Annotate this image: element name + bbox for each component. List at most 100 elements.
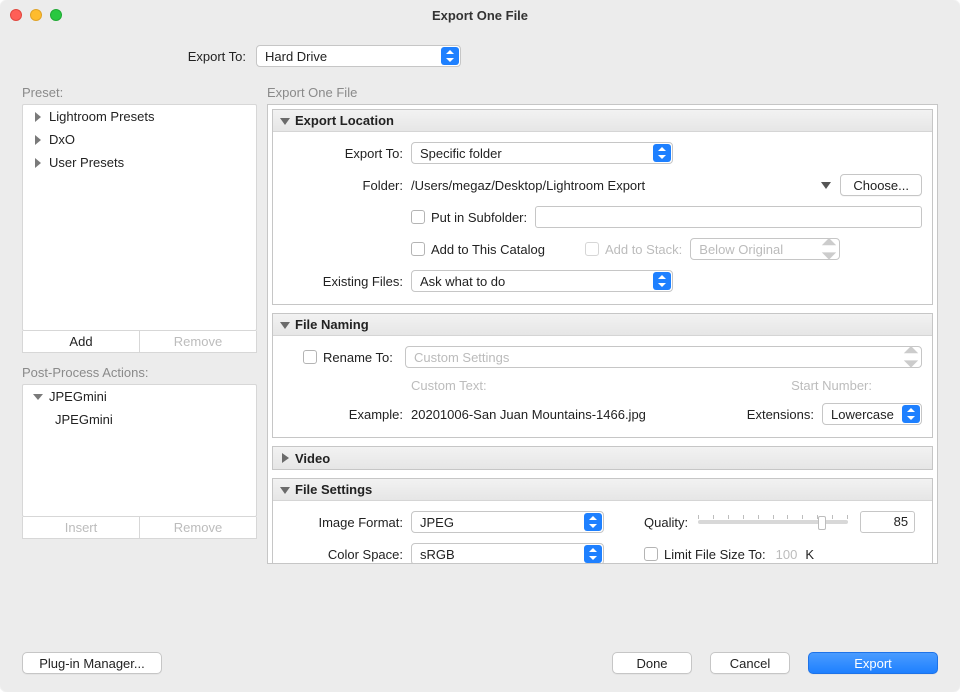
exportto-select[interactable]: Specific folder <box>411 142 673 164</box>
export-to-label: Export To: <box>0 49 256 64</box>
section-header[interactable]: File Settings <box>273 479 932 501</box>
export-to-value: Hard Drive <box>265 49 327 64</box>
insert-action-button: Insert <box>23 517 139 538</box>
section-title: Video <box>295 451 330 466</box>
zoom-icon[interactable] <box>50 9 62 21</box>
custom-text-label: Custom Text: <box>411 378 487 393</box>
color-space-label: Color Space: <box>283 547 403 562</box>
section-header[interactable]: File Naming <box>273 314 932 336</box>
triangle-down-icon <box>279 319 291 331</box>
section-body: Image Format: JPEG Quality: <box>273 501 932 564</box>
section-header[interactable]: Export Location <box>273 110 932 132</box>
add-preset-button[interactable]: Add <box>23 331 139 352</box>
section-file-naming: File Naming Rename To: Custom Settings <box>272 313 933 438</box>
done-button[interactable]: Done <box>612 652 692 674</box>
image-format-label: Image Format: <box>283 515 403 530</box>
chevron-right-icon <box>33 158 43 168</box>
preset-label: User Presets <box>49 155 124 170</box>
limit-size-value: 100 <box>776 547 798 562</box>
rename-to-checkbox[interactable] <box>303 350 317 364</box>
triangle-down-icon <box>279 484 291 496</box>
chevron-updown-icon <box>653 272 671 290</box>
export-to-select[interactable]: Hard Drive <box>256 45 461 67</box>
remove-preset-button: Remove <box>139 331 256 352</box>
post-actions-list[interactable]: JPEGmini JPEGmini <box>22 384 257 517</box>
section-export-location: Export Location Export To: Specific fold… <box>272 109 933 305</box>
start-number-label: Start Number: <box>791 378 872 393</box>
image-format-value: JPEG <box>420 515 454 530</box>
preset-item[interactable]: User Presets <box>23 151 256 174</box>
color-space-select[interactable]: sRGB <box>411 543 604 564</box>
quality-value: 85 <box>894 514 908 529</box>
preset-buttons: Add Remove <box>22 331 257 353</box>
export-button[interactable]: Export <box>808 652 938 674</box>
chevron-updown-icon <box>584 513 602 531</box>
add-to-stack-label: Add to Stack: <box>605 242 682 257</box>
cancel-button[interactable]: Cancel <box>710 652 790 674</box>
chevron-right-icon <box>33 135 43 145</box>
minimize-icon[interactable] <box>30 9 42 21</box>
limit-size-checkbox[interactable] <box>644 547 658 561</box>
postaction-buttons: Insert Remove <box>22 517 257 539</box>
post-action-label: JPEGmini <box>55 412 113 427</box>
add-to-stack-checkbox <box>585 242 599 256</box>
existing-files-value: Ask what to do <box>420 274 505 289</box>
quality-slider[interactable] <box>698 513 848 531</box>
settings-panel: Export Location Export To: Specific fold… <box>267 104 938 564</box>
exportto-label: Export To: <box>283 146 403 161</box>
titlebar: Export One File <box>0 0 960 30</box>
triangle-down-icon[interactable] <box>820 179 832 191</box>
main-area: Preset: Lightroom Presets DxO User Prese… <box>0 85 960 634</box>
extensions-select[interactable]: Lowercase <box>822 403 922 425</box>
chevron-down-icon <box>33 392 43 402</box>
window-title: Export One File <box>0 8 960 23</box>
remove-action-button: Remove <box>139 517 256 538</box>
rename-template-select: Custom Settings <box>405 346 922 368</box>
section-body: Rename To: Custom Settings Custom Text: <box>273 336 932 437</box>
add-to-catalog-checkbox[interactable] <box>411 242 425 256</box>
post-action-label: JPEGmini <box>49 389 107 404</box>
choose-folder-button[interactable]: Choose... <box>840 174 922 196</box>
rename-value: Custom Settings <box>414 350 509 365</box>
extensions-value: Lowercase <box>831 407 894 422</box>
limit-size-label: Limit File Size To: <box>664 547 766 562</box>
section-file-settings: File Settings Image Format: JPEG <box>272 478 933 564</box>
chevron-updown-icon <box>584 545 602 563</box>
preset-label: Lightroom Presets <box>49 109 155 124</box>
preset-item[interactable]: Lightroom Presets <box>23 105 256 128</box>
limit-size-unit: K <box>805 547 814 562</box>
right-column: Export One File Export Location Export T… <box>267 85 938 634</box>
existing-files-label: Existing Files: <box>283 274 403 289</box>
section-video: Video <box>272 446 933 470</box>
preset-item[interactable]: DxO <box>23 128 256 151</box>
stack-position-select: Below Original <box>690 238 840 260</box>
plugin-manager-button[interactable]: Plug-in Manager... <box>22 652 162 674</box>
section-title: Export Location <box>295 113 394 128</box>
exportto-value: Specific folder <box>420 146 502 161</box>
export-dialog: Export One File Export To: Hard Drive Pr… <box>0 0 960 692</box>
window-controls <box>10 9 62 21</box>
footer: Plug-in Manager... Done Cancel Export <box>0 634 960 692</box>
existing-files-select[interactable]: Ask what to do <box>411 270 673 292</box>
put-in-subfolder-checkbox[interactable] <box>411 210 425 224</box>
put-in-subfolder-label: Put in Subfolder: <box>431 210 527 225</box>
example-label: Example: <box>283 407 403 422</box>
preset-list[interactable]: Lightroom Presets DxO User Presets <box>22 104 257 331</box>
folder-path: /Users/megaz/Desktop/Lightroom Export <box>411 178 812 193</box>
section-title: File Naming <box>295 317 369 332</box>
left-column: Preset: Lightroom Presets DxO User Prese… <box>22 85 257 634</box>
section-header[interactable]: Video <box>273 447 932 469</box>
triangle-right-icon <box>279 452 291 464</box>
panel-heading: Export One File <box>267 85 938 100</box>
post-action-child[interactable]: JPEGmini <box>23 408 256 431</box>
subfolder-field[interactable] <box>535 206 922 228</box>
close-icon[interactable] <box>10 9 22 21</box>
preset-label: DxO <box>49 132 75 147</box>
image-format-select[interactable]: JPEG <box>411 511 604 533</box>
post-action-item[interactable]: JPEGmini <box>23 385 256 408</box>
slider-knob-icon[interactable] <box>818 516 826 530</box>
rename-to-label: Rename To: <box>323 350 405 365</box>
chevron-updown-icon <box>902 348 920 366</box>
post-actions-heading: Post-Process Actions: <box>22 365 257 380</box>
quality-field[interactable]: 85 <box>860 511 915 533</box>
